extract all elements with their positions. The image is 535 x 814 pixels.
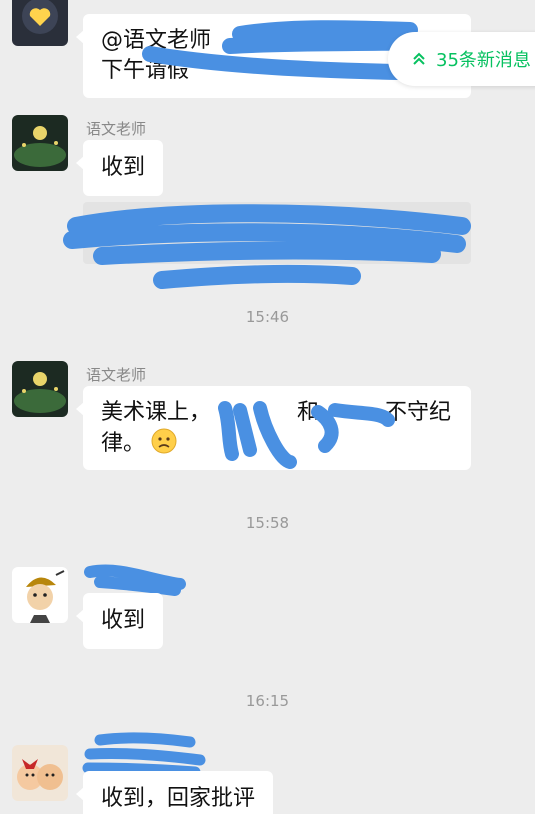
timestamp: 15:46	[245, 308, 290, 326]
new-messages-label: 35条新消息	[436, 50, 531, 71]
avatar-image	[12, 361, 68, 417]
message-text-tail: 不守纪	[385, 400, 452, 425]
message-line-2: 律。	[101, 428, 453, 459]
message-bubble[interactable]: 美术课上， 和 不守纪 律。	[76, 386, 471, 470]
avatar[interactable]	[12, 361, 68, 417]
avatar[interactable]	[12, 115, 68, 171]
double-chevron-up-icon	[413, 52, 425, 65]
avatar[interactable]	[12, 567, 68, 623]
message-line-1: 美术课上， 和 不守纪	[101, 398, 453, 428]
frown-emoji-icon	[151, 428, 177, 454]
message-bubble[interactable]: 收到	[75, 593, 164, 649]
message-text-end: 律。	[101, 431, 146, 456]
avatar-image	[12, 115, 68, 171]
timestamp: 15:58	[245, 514, 290, 532]
message-bubble[interactable]: 收到	[75, 140, 164, 196]
avatar-image	[12, 0, 68, 46]
avatar[interactable]	[12, 0, 68, 46]
message-bubble[interactable]: 收到，回家批评	[75, 771, 274, 814]
avatar[interactable]	[12, 745, 68, 801]
message-text-start: 美术课上，	[101, 400, 212, 425]
message-text-mid: 和	[297, 400, 320, 425]
avatar-image	[12, 745, 68, 801]
quoted-message[interactable]	[83, 202, 471, 264]
new-messages-button[interactable]: 35条新消息	[388, 32, 535, 86]
sender-name: 语文老师	[86, 366, 147, 384]
timestamp: 16:15	[245, 692, 290, 710]
avatar-image	[12, 567, 68, 623]
sender-name: 语文老师	[86, 120, 147, 138]
